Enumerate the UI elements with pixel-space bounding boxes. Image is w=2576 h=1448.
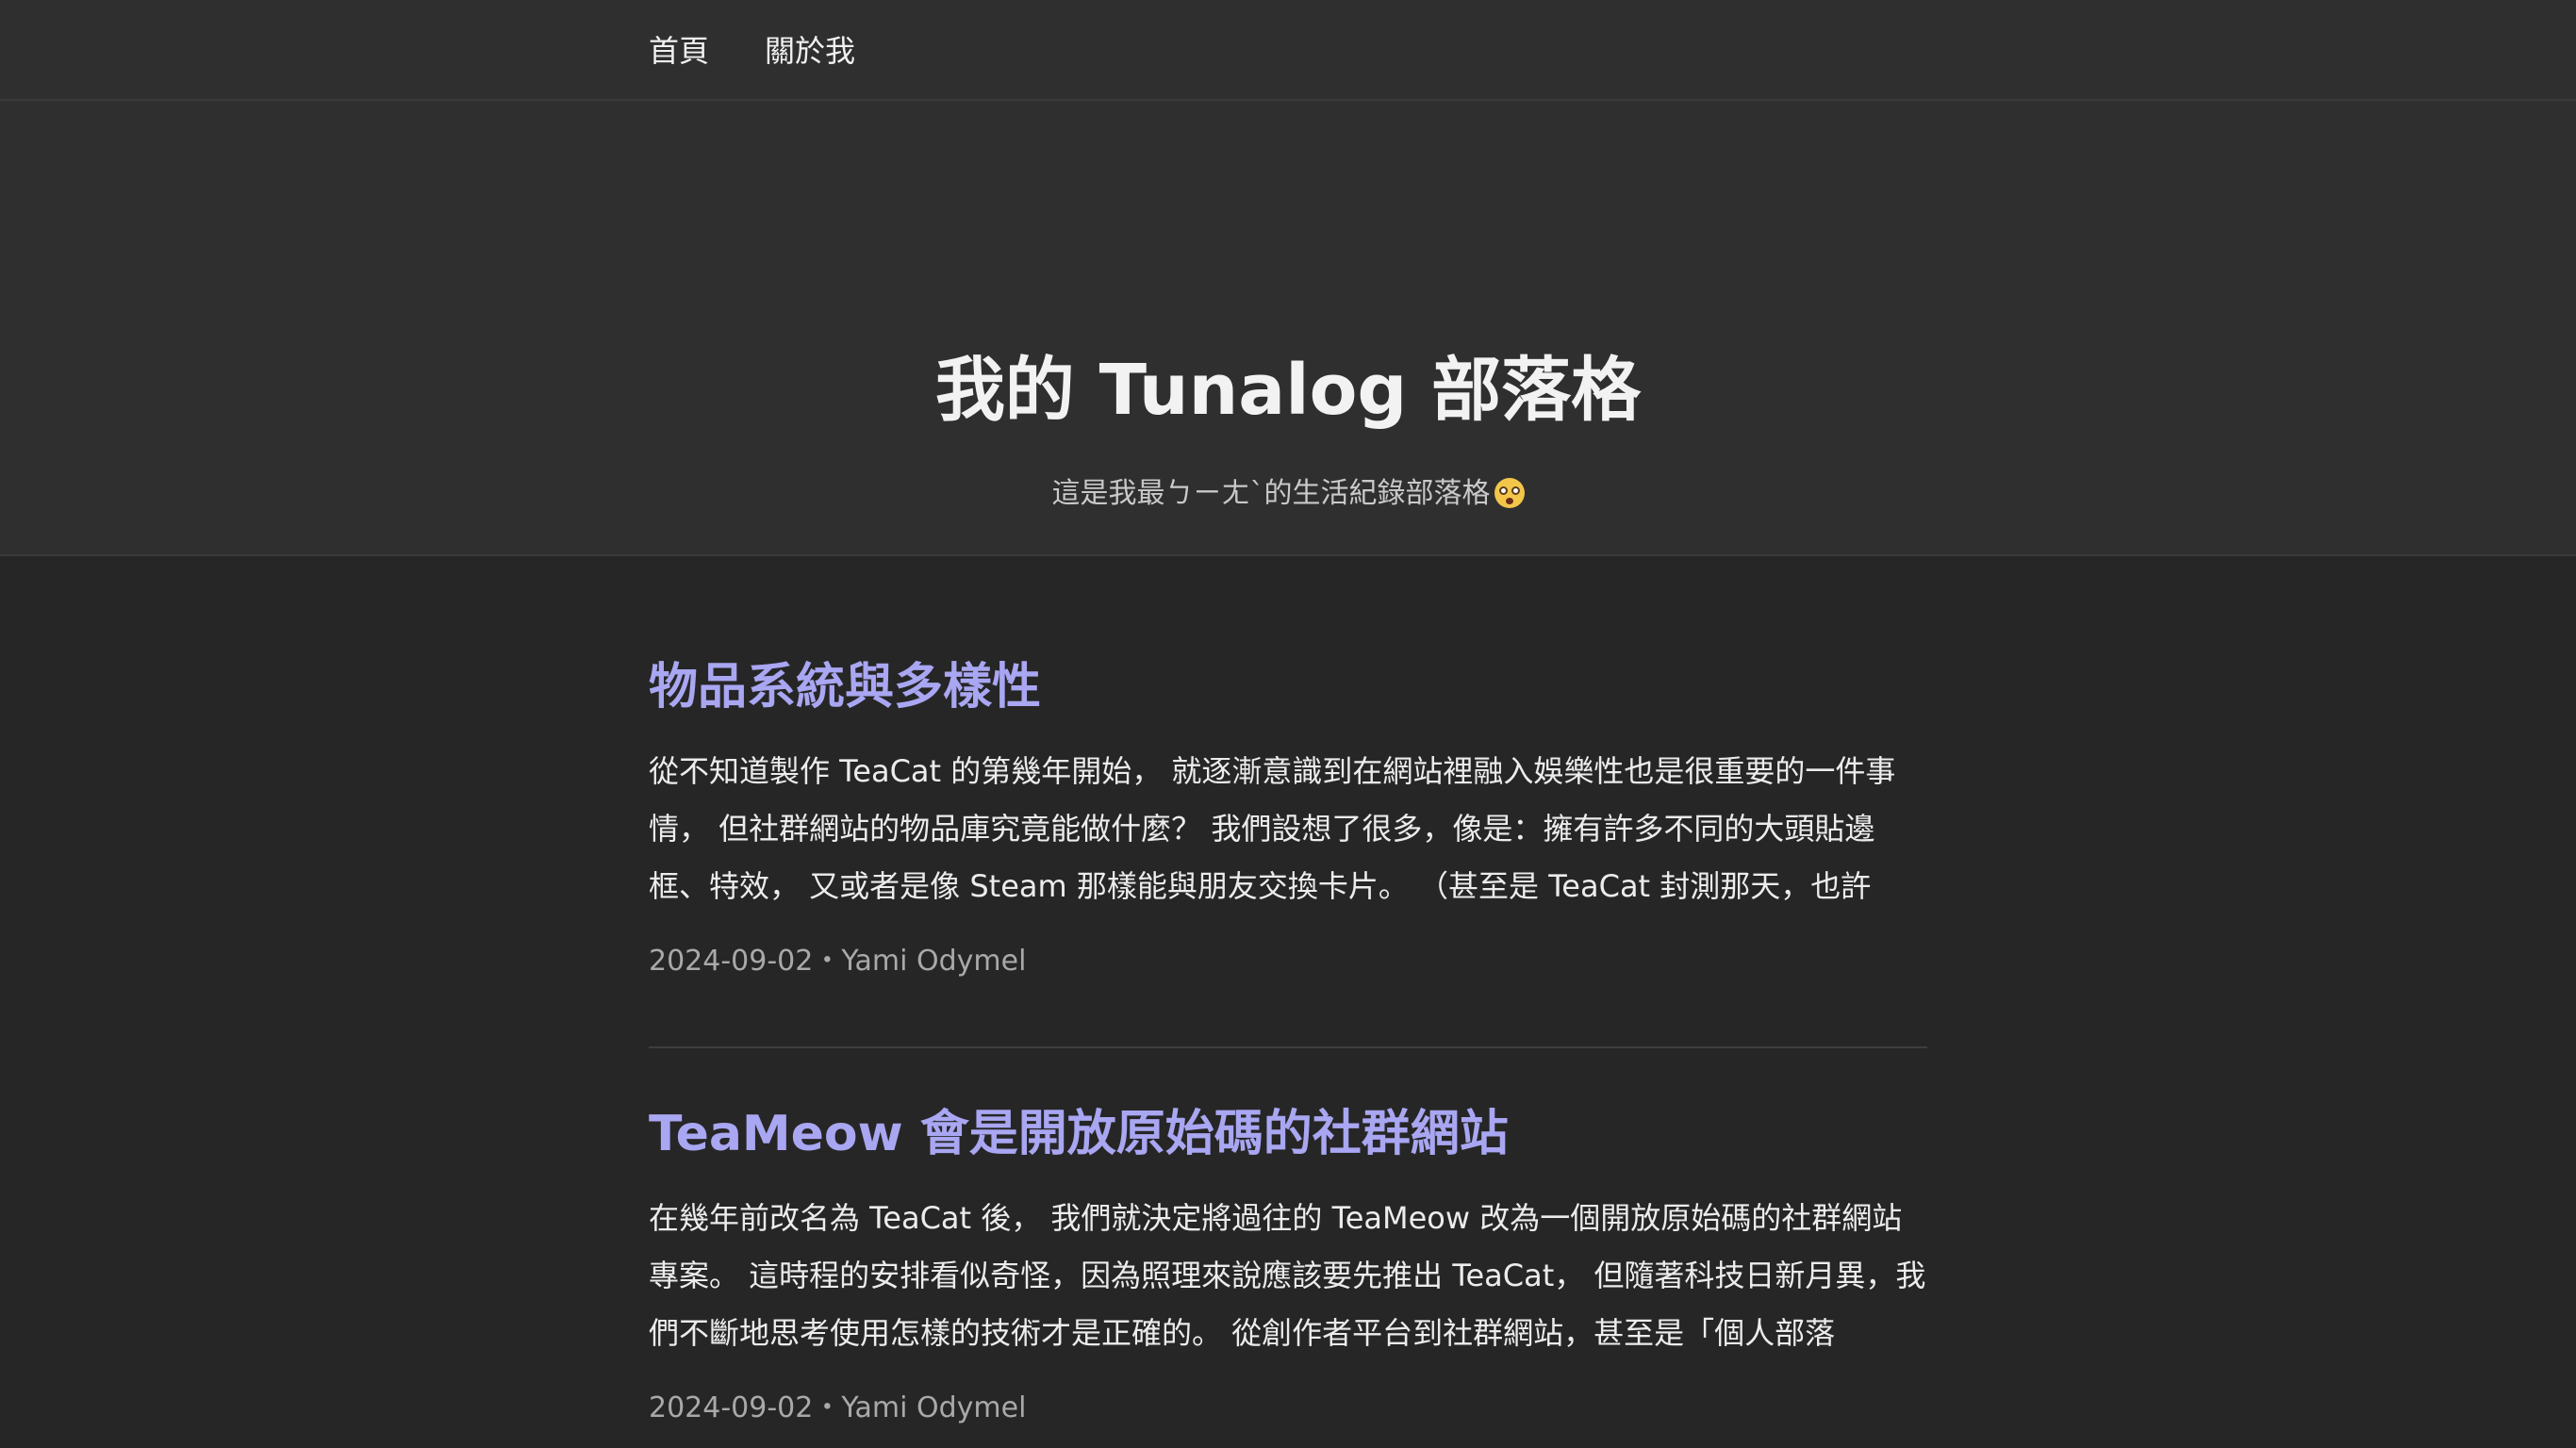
blog-subtitle: 這是我最ㄅㄧㄤˋ的生活紀錄部落格 (0, 474, 2576, 514)
post-excerpt: 從不知道製作 TeaCat 的第幾年開始， 就逐漸意識到在網站裡融入娛樂性也是很… (649, 753, 1896, 904)
top-navigation: 首頁 關於我 (0, 0, 2576, 101)
post-meta: 2024-09-02・Yami Odymel (649, 1391, 1027, 1424)
nav-link-home[interactable]: 首頁 (649, 30, 709, 72)
post-title-link[interactable]: 物品系統與多樣性 (649, 654, 1927, 720)
post-title-link[interactable]: TeaMeow 會是開放原始碼的社群網站 (649, 1101, 1927, 1167)
post-meta: 2024-09-02・Yami Odymel (649, 945, 1027, 978)
post-excerpt: 在幾年前改名為 TeaCat 後， 我們就決定將過往的 TeaMeow 改為一個… (649, 1200, 1926, 1351)
blog-subtitle-text: 這是我最ㄅㄧㄤˋ的生活紀錄部落格 (1051, 477, 1491, 510)
post-item: TeaMeow 會是開放原始碼的社群網站 在幾年前改名為 TeaCat 後， 我… (649, 1101, 1927, 1428)
flushed-face-icon (1494, 478, 1525, 508)
post-divider (649, 1046, 1927, 1048)
post-item: 物品系統與多樣性 從不知道製作 TeaCat 的第幾年開始， 就逐漸意識到在網站… (649, 654, 1927, 981)
nav-link-about[interactable]: 關於我 (765, 30, 855, 72)
blog-title: 我的 Tunalog 部落格 (934, 350, 1642, 431)
blog-header: 我的 Tunalog 部落格 這是我最ㄅㄧㄤˋ的生活紀錄部落格 (0, 101, 2576, 556)
